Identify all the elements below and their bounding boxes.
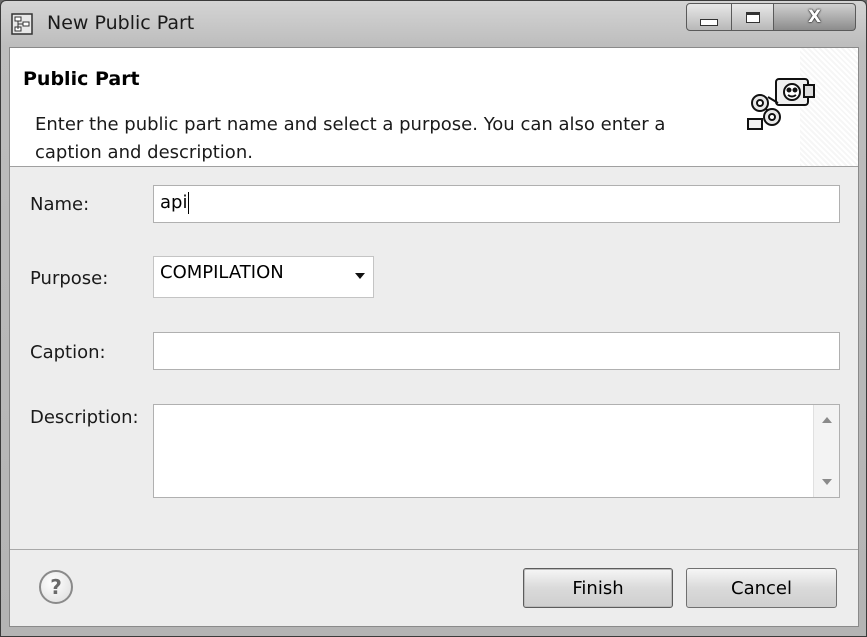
scroll-up-icon[interactable] — [822, 417, 832, 423]
description-label: Description: — [30, 407, 139, 428]
minimize-icon — [700, 18, 718, 26]
description-scrollbar[interactable] — [813, 405, 839, 497]
app-icon — [11, 13, 33, 35]
purpose-value: COMPILATION — [160, 262, 284, 283]
banner-title: Public Part — [23, 68, 140, 90]
dialog-client-area: Public Part Enter the public part name a… — [9, 47, 859, 627]
name-field[interactable]: api — [153, 185, 840, 223]
minimize-button[interactable] — [686, 3, 732, 31]
maximize-icon — [745, 11, 760, 23]
purpose-label: Purpose: — [30, 268, 109, 289]
caption-label: Caption: — [30, 342, 106, 363]
caption-buttons: X — [686, 3, 858, 33]
help-button[interactable]: ? — [39, 570, 73, 604]
maximize-button[interactable] — [732, 3, 774, 31]
chevron-down-icon — [355, 273, 365, 279]
text-caret — [188, 192, 190, 214]
banner-description: Enter the public part name and select a … — [35, 114, 666, 163]
title-bar[interactable]: New Public Part X — [1, 1, 866, 47]
help-icon: ? — [50, 575, 62, 599]
footer-separator — [10, 549, 858, 550]
scroll-down-icon[interactable] — [822, 479, 832, 485]
wizard-banner: Public Part Enter the public part name a… — [10, 48, 858, 167]
close-icon: X — [807, 7, 822, 27]
purpose-dropdown[interactable]: COMPILATION — [153, 256, 374, 298]
name-value: api — [160, 192, 188, 213]
name-label: Name: — [30, 194, 90, 215]
finish-button[interactable]: Finish — [523, 568, 673, 608]
close-button[interactable]: X — [774, 3, 856, 31]
cancel-button[interactable]: Cancel — [686, 568, 837, 608]
description-textarea[interactable] — [153, 404, 840, 498]
window-title: New Public Part — [47, 12, 195, 34]
dialog-window: New Public Part X Public Part Enter the … — [0, 0, 867, 637]
caption-field[interactable] — [153, 332, 840, 370]
public-part-wizard-icon — [738, 75, 822, 137]
